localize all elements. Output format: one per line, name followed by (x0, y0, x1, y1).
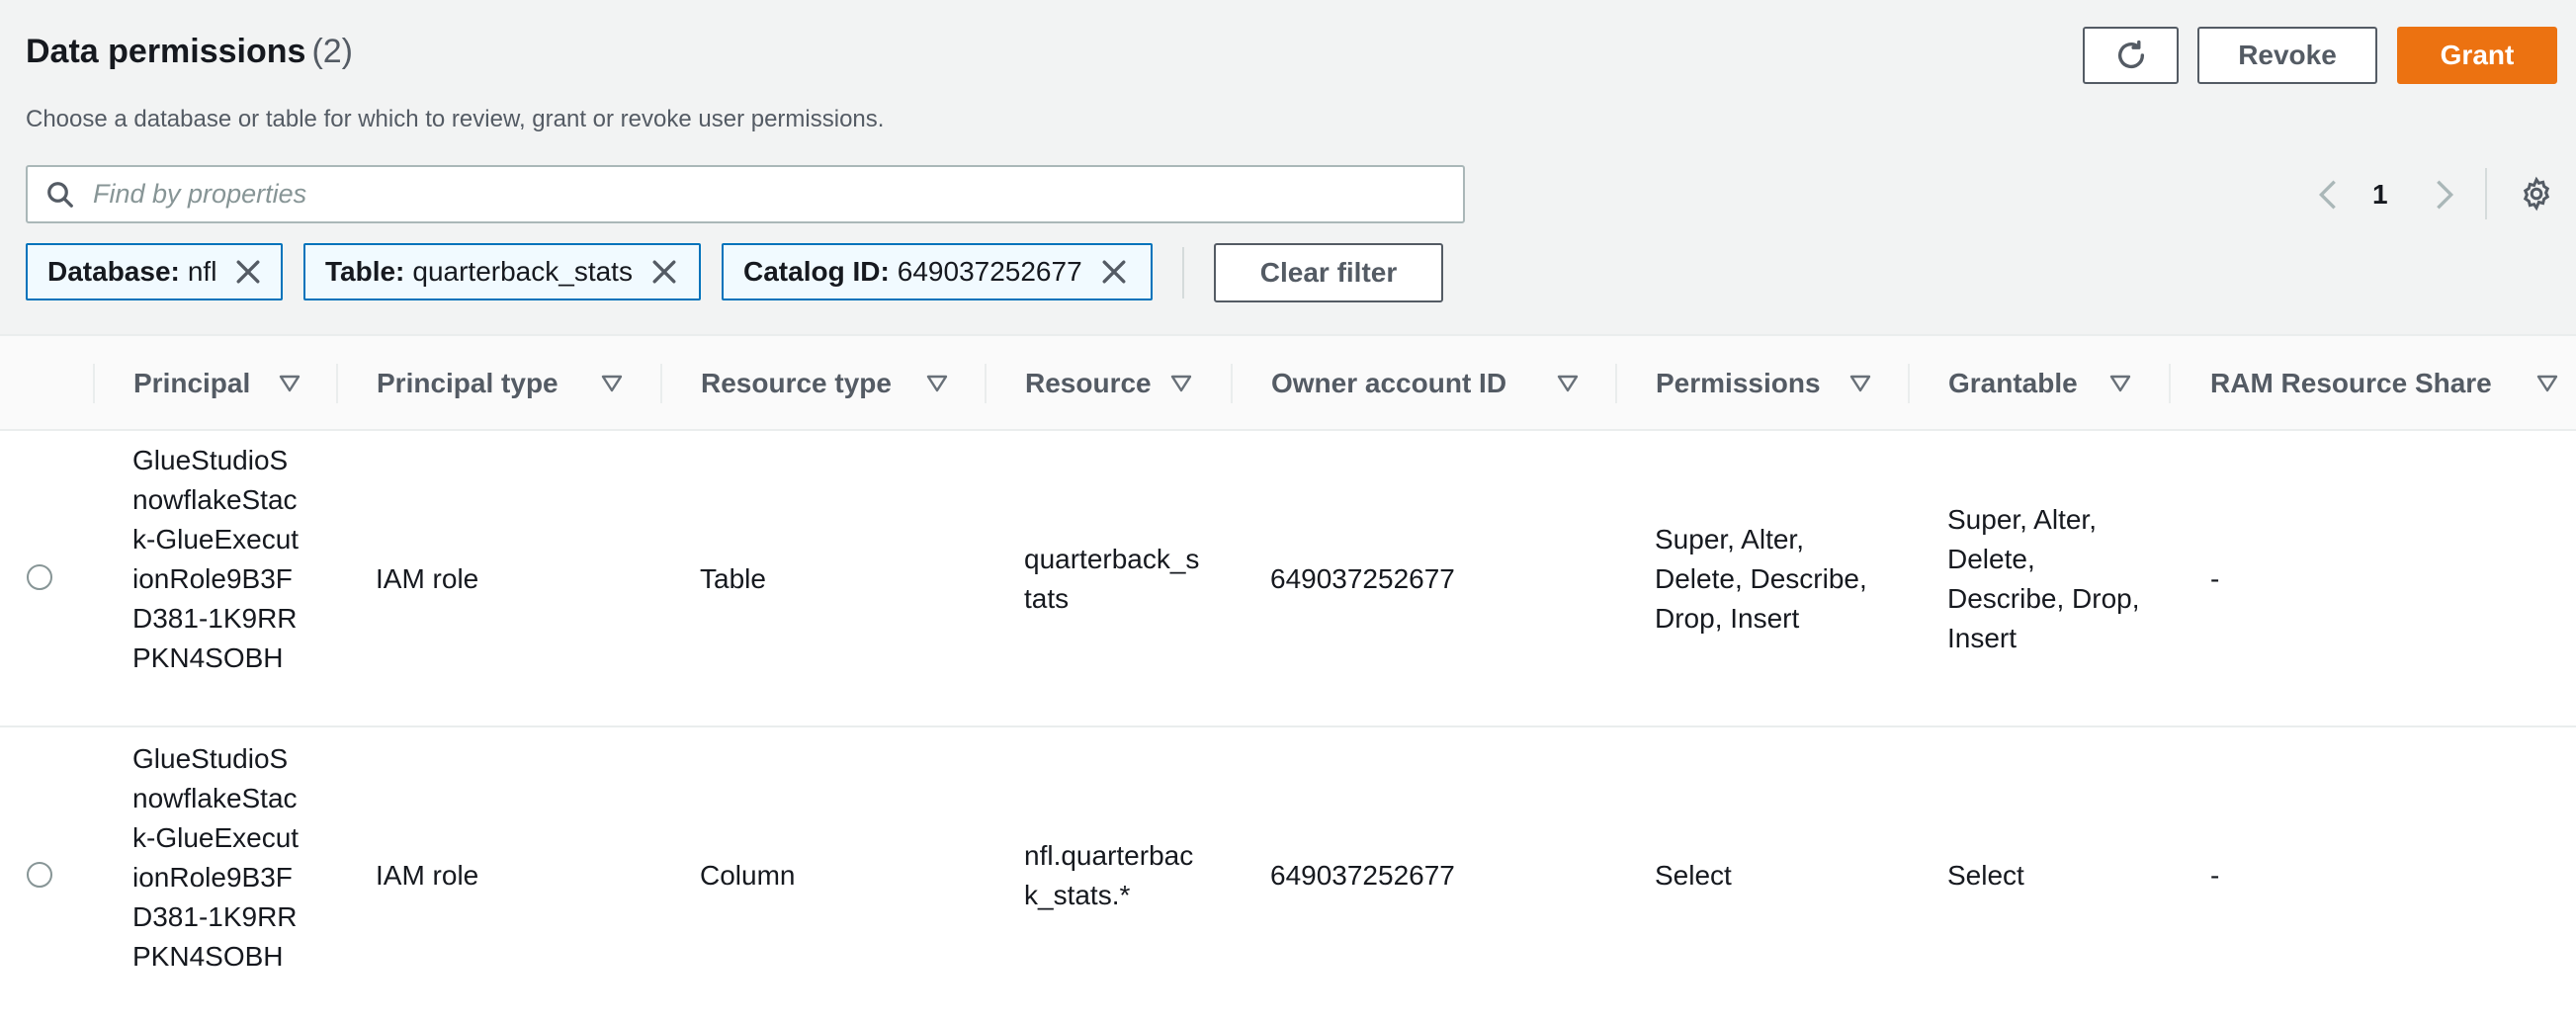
cell-permissions: Super, Alter, Delete, Describe, Drop, In… (1655, 524, 1867, 634)
sort-icon[interactable] (1557, 336, 1579, 431)
column-divider (1231, 364, 1233, 403)
preferences-button[interactable] (2519, 176, 2554, 212)
cell-principal: GlueStudioSnowflakeStack-GlueExecutionRo… (132, 743, 300, 972)
filter-divider (1182, 247, 1184, 299)
sort-icon[interactable] (1849, 336, 1871, 431)
cell-owner-account-id: 649037252677 (1270, 563, 1455, 594)
column-header-permissions[interactable]: Permissions (1656, 336, 1821, 431)
refresh-button[interactable] (2083, 27, 2179, 84)
column-header-ram-resource-share[interactable]: RAM Resource Share (2210, 336, 2492, 431)
column-label: Permissions (1656, 368, 1821, 398)
cell-grantable: Super, Alter, Delete, Describe, Drop, In… (1947, 504, 2140, 653)
search-icon (45, 180, 75, 210)
filter-value: quarterback_stats (412, 256, 633, 287)
gear-icon (2523, 176, 2550, 212)
cell-principal-type: IAM role (376, 563, 479, 594)
row-select-radio[interactable] (27, 862, 52, 888)
revoke-button[interactable]: Revoke (2197, 27, 2377, 84)
page-description: Choose a database or table for which to … (26, 106, 885, 132)
sort-icon[interactable] (601, 336, 623, 431)
table-header: Principal Principal type Resource type R… (0, 334, 2576, 431)
column-divider (985, 364, 987, 403)
cell-permissions: Select (1655, 860, 1732, 891)
cell-owner-account-id: 649037252677 (1270, 860, 1455, 891)
close-icon[interactable] (1100, 258, 1128, 286)
grant-button[interactable]: Grant (2397, 27, 2557, 84)
close-icon[interactable] (650, 258, 678, 286)
sort-icon[interactable] (279, 336, 301, 431)
column-divider (93, 364, 95, 403)
cell-principal: GlueStudioSnowflakeStack-GlueExecutionRo… (132, 445, 300, 673)
chevron-left-icon (2318, 180, 2336, 210)
sort-icon[interactable] (926, 336, 948, 431)
cell-resource-type: Table (700, 563, 766, 594)
column-label: Grantable (1948, 368, 2078, 398)
clear-filter-button[interactable]: Clear filter (1214, 243, 1443, 302)
column-divider (1908, 364, 1910, 403)
page-title: Data permissions (2) (26, 33, 353, 71)
row-select-radio[interactable] (27, 564, 52, 590)
column-divider (1615, 364, 1617, 403)
column-divider (2169, 364, 2171, 403)
filter-token-table: Table: quarterback_stats (303, 243, 701, 300)
column-header-owner-account-id[interactable]: Owner account ID (1271, 336, 1506, 431)
column-label: Resource (1025, 368, 1152, 398)
column-label: Owner account ID (1271, 368, 1507, 398)
sort-icon[interactable] (2536, 336, 2558, 431)
column-label: Principal (133, 368, 251, 398)
cell-ram-resource-share: - (2210, 860, 2220, 891)
filter-value: 649037252677 (897, 256, 1082, 287)
filter-value: nfl (187, 256, 217, 287)
column-label: RAM Resource Share (2210, 368, 2492, 398)
column-header-resource-type[interactable]: Resource type (701, 336, 892, 431)
cell-resource-type: Column (700, 860, 796, 891)
column-header-grantable[interactable]: Grantable (1948, 336, 2078, 431)
sort-icon[interactable] (1170, 336, 1192, 431)
page-number[interactable]: 1 (2372, 170, 2388, 219)
column-header-principal-type[interactable]: Principal type (377, 336, 558, 431)
column-header-principal[interactable]: Principal (133, 336, 250, 431)
column-label: Principal type (377, 368, 558, 398)
filter-key: Table: (325, 256, 405, 287)
filter-token-catalog-id: Catalog ID: 649037252677 (722, 243, 1153, 300)
column-divider (660, 364, 662, 403)
cell-resource: nfl.quarterback_stats.* (1024, 840, 1194, 910)
close-icon[interactable] (234, 258, 262, 286)
cell-principal-type: IAM role (376, 860, 479, 891)
cell-grantable: Select (1947, 860, 2024, 891)
previous-page-button[interactable] (2313, 170, 2343, 219)
page-title-text: Data permissions (26, 33, 306, 70)
column-divider (336, 364, 338, 403)
filter-key: Database: (47, 256, 180, 287)
chevron-right-icon (2437, 180, 2454, 210)
column-label: Resource type (701, 368, 892, 398)
refresh-icon (2117, 40, 2144, 69)
search-input[interactable] (91, 178, 1380, 211)
pager-divider (2485, 168, 2487, 219)
next-page-button[interactable] (2430, 170, 2459, 219)
cell-ram-resource-share: - (2210, 563, 2220, 594)
table-row[interactable]: GlueStudioSnowflakeStack-GlueExecutionRo… (0, 727, 2576, 1024)
column-header-resource[interactable]: Resource (1025, 336, 1152, 431)
cell-resource: quarterback_stats (1024, 544, 1200, 614)
filter-token-database: Database: nfl (26, 243, 283, 300)
table-row[interactable]: GlueStudioSnowflakeStack-GlueExecutionRo… (0, 431, 2576, 727)
item-count: (2) (311, 33, 354, 70)
filter-key: Catalog ID: (743, 256, 890, 287)
sort-icon[interactable] (2109, 336, 2131, 431)
search-field[interactable] (26, 165, 1465, 223)
